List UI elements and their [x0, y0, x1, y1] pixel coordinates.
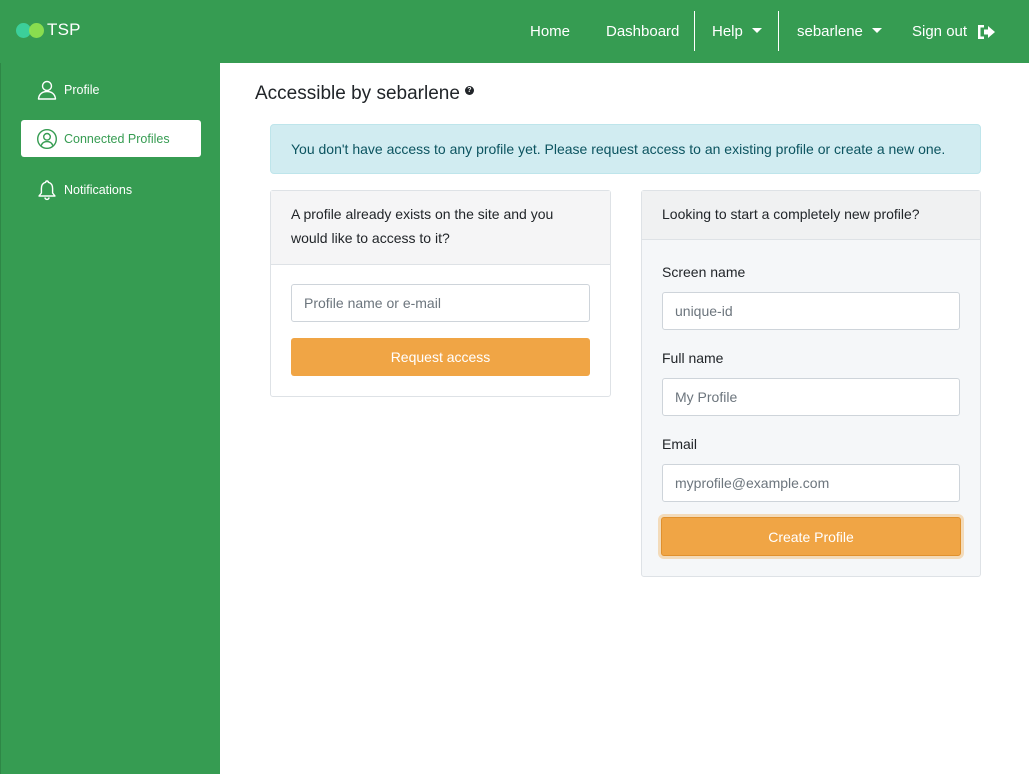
screen-name-input[interactable]: unique-id [662, 292, 960, 330]
request-access-button[interactable]: Request access [291, 338, 590, 376]
sidebar-item-notifications[interactable]: Notifications [21, 171, 201, 208]
screen-name-label: Screen name [662, 264, 746, 280]
nav-signout-label: Sign out [912, 23, 968, 40]
brand-logo[interactable]: TSP [16, 19, 81, 41]
nav-user-label: sebarlene [797, 23, 863, 40]
info-alert-text: You don't have access to any profile yet… [291, 141, 946, 157]
caret-down-icon [871, 27, 882, 33]
caret-down-icon [751, 27, 762, 33]
email-input[interactable]: myprofile@example.com [662, 464, 960, 502]
sidebar: Profile Connected Profiles Notifications [0, 63, 220, 774]
logo-icon [16, 22, 44, 38]
page-title-text: Accessible by sebarlene [255, 83, 460, 104]
nav-divider [694, 11, 695, 51]
info-alert: You don't have access to any profile yet… [270, 124, 981, 174]
nav-home-link[interactable]: Home [530, 0, 570, 63]
top-navbar: TSP Home Dashboard Help sebarlene Sign o… [0, 0, 1029, 63]
sign-out-icon [978, 24, 996, 39]
sidebar-item-profile[interactable]: Profile [21, 71, 201, 108]
email-label: Email [662, 436, 698, 452]
sidebar-item-label: Notifications [64, 182, 133, 197]
nav-help-label: Help [712, 23, 743, 40]
bell-icon [38, 179, 56, 200]
full-name-label: Full name [662, 350, 724, 366]
request-access-card: A profile already exists on the site and… [270, 190, 611, 397]
user-circle-icon [36, 128, 58, 149]
create-profile-card-header: Looking to start a completely new profil… [642, 191, 980, 240]
nav-dashboard-link[interactable]: Dashboard [606, 0, 679, 63]
nav-help-dropdown[interactable]: Help [712, 0, 762, 63]
full-name-input[interactable]: My Profile [662, 378, 960, 416]
create-profile-button[interactable]: Create Profile [661, 517, 961, 556]
nav-divider [778, 11, 779, 51]
nav-signout-link[interactable]: Sign out [912, 0, 996, 63]
main-content: Accessible by sebarlene ? You don't have… [220, 63, 1029, 774]
request-access-card-header: A profile already exists on the site and… [271, 191, 610, 265]
question-circle-icon[interactable]: ? [464, 85, 474, 95]
nav-user-dropdown[interactable]: sebarlene [797, 0, 882, 63]
brand-name: TSP [47, 20, 81, 39]
sidebar-item-connected-profiles[interactable]: Connected Profiles [21, 120, 201, 157]
page-title: Accessible by sebarlene ? [255, 83, 474, 105]
create-profile-card: Looking to start a completely new profil… [641, 190, 981, 577]
profile-search-input[interactable]: Profile name or e-mail [291, 284, 590, 322]
sidebar-item-label: Profile [64, 82, 100, 97]
sidebar-item-label: Connected Profiles [64, 131, 170, 146]
user-icon [37, 80, 57, 100]
